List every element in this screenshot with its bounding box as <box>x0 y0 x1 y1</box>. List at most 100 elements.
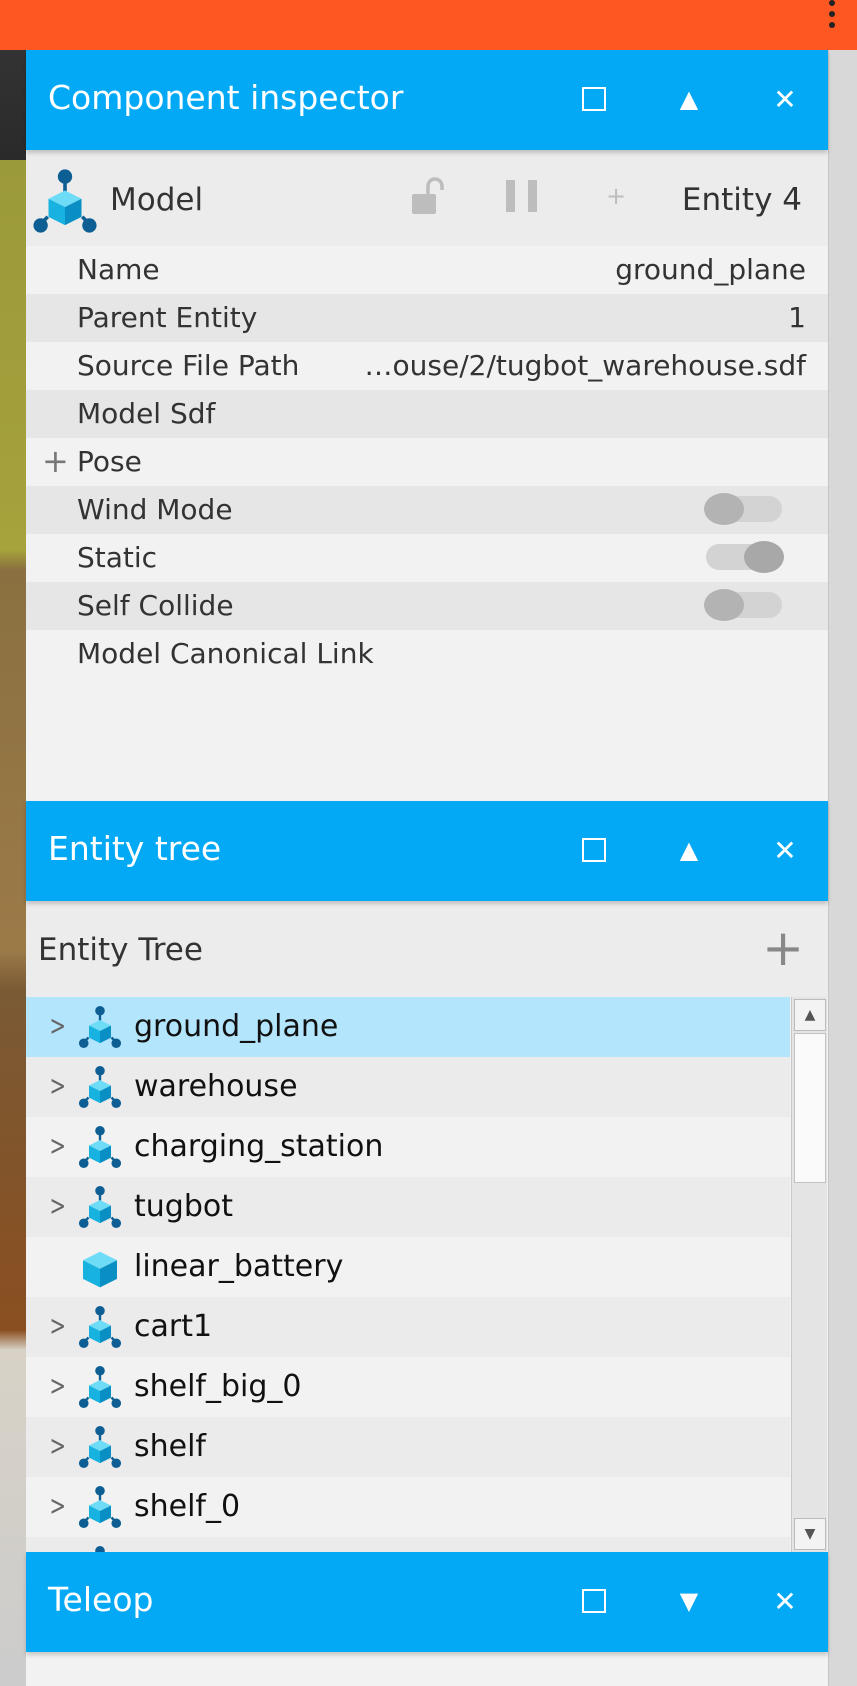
tree-item-label: linear_battery <box>134 1249 344 1284</box>
close-button[interactable]: ✕ <box>765 1577 805 1625</box>
wind-mode-toggle[interactable] <box>704 493 782 525</box>
chevron-right-icon[interactable]: > <box>50 1369 66 1402</box>
pause-icon[interactable] <box>504 180 544 212</box>
tree-item-label: shelf_big_0 <box>134 1369 302 1404</box>
chevron-right-icon[interactable]: > <box>50 1429 66 1462</box>
tree-item-charging-station[interactable]: > charging_station <box>26 1117 790 1177</box>
tree-item-label: warehouse <box>134 1069 298 1104</box>
model-icon <box>32 168 98 234</box>
entity-tree-panel: Entity tree ▲ ✕ Entity Tree + > ground_p… <box>26 801 828 1552</box>
property-label: Wind Mode <box>77 493 233 526</box>
scrollbar-thumb[interactable] <box>794 1033 826 1183</box>
tree-item-shelf[interactable]: > shelf <box>26 1417 790 1477</box>
property-label: Pose <box>77 445 142 478</box>
tree-item-tugbot[interactable]: > tugbot <box>26 1177 790 1237</box>
self-collide-toggle[interactable] <box>704 589 782 621</box>
expand-plus-icon[interactable]: + <box>42 442 69 480</box>
scroll-up-arrow-icon[interactable]: ▲ <box>794 999 826 1031</box>
entity-type-label: Model <box>110 182 204 218</box>
light-cube-icon <box>83 1251 117 1288</box>
close-button[interactable]: ✕ <box>765 75 805 123</box>
chevron-right-icon[interactable]: > <box>50 1009 66 1042</box>
scroll-down-arrow-icon[interactable]: ▼ <box>794 1518 826 1550</box>
property-row-source-file-path: Source File Path …ouse/2/tugbot_warehous… <box>26 342 828 390</box>
component-inspector-header: Component inspector ▲ ✕ <box>26 50 828 150</box>
panel-title: Entity tree <box>48 829 222 868</box>
kebab-menu-icon[interactable] <box>827 0 837 30</box>
model-icon <box>74 1125 126 1169</box>
add-entity-button[interactable]: + <box>762 923 804 973</box>
entity-tree-header: Entity tree ▲ ✕ <box>26 801 828 901</box>
teleop-panel: Teleop ▼ ✕ <box>26 1552 828 1686</box>
tree-item-label: shelf <box>134 1429 206 1464</box>
maximize-button[interactable] <box>574 826 614 874</box>
tree-item-cart1[interactable]: > cart1 <box>26 1297 790 1357</box>
teleop-header: Teleop ▼ ✕ <box>26 1552 828 1652</box>
entity-tree-scrollbar[interactable]: ▲ ▼ <box>791 997 827 1552</box>
model-icon <box>74 1425 126 1469</box>
entity-tree-toolbar: Entity Tree + <box>26 901 828 997</box>
chevron-right-icon[interactable]: > <box>50 1189 66 1222</box>
property-value: ground_plane <box>615 253 806 286</box>
model-icon <box>74 1005 126 1049</box>
tree-item-ground-plane[interactable]: > ground_plane <box>26 997 790 1057</box>
collapse-button[interactable]: ▲ <box>669 826 709 874</box>
static-toggle[interactable] <box>706 541 784 573</box>
entity-tree-label: Entity Tree <box>38 932 203 968</box>
entity-tree-list[interactable]: > ground_plane > warehouse > charging_st… <box>26 997 790 1552</box>
model-icon <box>74 1185 126 1229</box>
tree-item-shelf-0[interactable]: > shelf_0 <box>26 1477 790 1537</box>
property-list: Name ground_plane Parent Entity 1 Source… <box>26 246 828 678</box>
panel-title: Teleop <box>48 1580 154 1619</box>
property-label: Model Sdf <box>77 397 216 430</box>
entity-id-label: Entity 4 <box>681 182 802 218</box>
chevron-right-icon[interactable]: > <box>50 1069 66 1102</box>
property-row-static: Static <box>26 534 828 582</box>
close-button[interactable]: ✕ <box>765 826 805 874</box>
property-label: Name <box>77 253 160 286</box>
chevron-right-icon[interactable]: > <box>50 1489 66 1522</box>
tree-item-label: charging_station <box>134 1129 384 1164</box>
property-label: Parent Entity <box>77 301 258 334</box>
unlock-icon[interactable] <box>410 176 444 216</box>
property-value: …ouse/2/tugbot_warehouse.sdf <box>364 349 807 382</box>
model-icon <box>74 1545 126 1552</box>
chevron-right-icon[interactable]: > <box>50 1309 66 1342</box>
property-label: Model Canonical Link <box>77 637 374 670</box>
model-icon <box>74 1365 126 1409</box>
panel-title: Component inspector <box>48 78 404 117</box>
tree-item-linear-battery[interactable]: linear_battery <box>26 1237 790 1297</box>
tree-item-shelf-big-0[interactable]: > shelf_big_0 <box>26 1357 790 1417</box>
square-icon <box>582 1589 606 1613</box>
model-icon <box>74 1065 126 1109</box>
add-component-button[interactable]: + <box>606 182 626 210</box>
tree-item-partial[interactable] <box>26 1537 790 1552</box>
property-row-model-sdf[interactable]: Model Sdf <box>26 390 828 438</box>
component-inspector-panel: Component inspector ▲ ✕ Model + Entity 4… <box>26 50 828 801</box>
tree-item-label: cart1 <box>134 1309 213 1344</box>
model-icon <box>74 1485 126 1529</box>
chevron-right-icon[interactable]: > <box>50 1129 66 1162</box>
expand-button[interactable]: ▼ <box>669 1577 709 1625</box>
property-label: Static <box>77 541 158 574</box>
model-icon <box>74 1305 126 1349</box>
3d-scene-viewport[interactable] <box>0 50 26 1686</box>
property-row-pose[interactable]: + Pose <box>26 438 828 486</box>
property-label: Self Collide <box>77 589 234 622</box>
right-scroll-strip[interactable] <box>828 50 857 1686</box>
tree-item-label: tugbot <box>134 1189 233 1224</box>
top-bar <box>0 0 857 50</box>
square-icon <box>582 87 606 111</box>
property-row-name: Name ground_plane <box>26 246 828 294</box>
property-value: 1 <box>788 301 806 334</box>
property-label: Source File Path <box>77 349 300 382</box>
maximize-button[interactable] <box>574 1577 614 1625</box>
collapse-button[interactable]: ▲ <box>669 75 709 123</box>
property-row-self-collide: Self Collide <box>26 582 828 630</box>
maximize-button[interactable] <box>574 75 614 123</box>
property-row-parent-entity: Parent Entity 1 <box>26 294 828 342</box>
property-row-wind-mode: Wind Mode <box>26 486 828 534</box>
square-icon <box>582 838 606 862</box>
tree-item-warehouse[interactable]: > warehouse <box>26 1057 790 1117</box>
inspector-entity-header: Model + Entity 4 <box>26 150 828 246</box>
